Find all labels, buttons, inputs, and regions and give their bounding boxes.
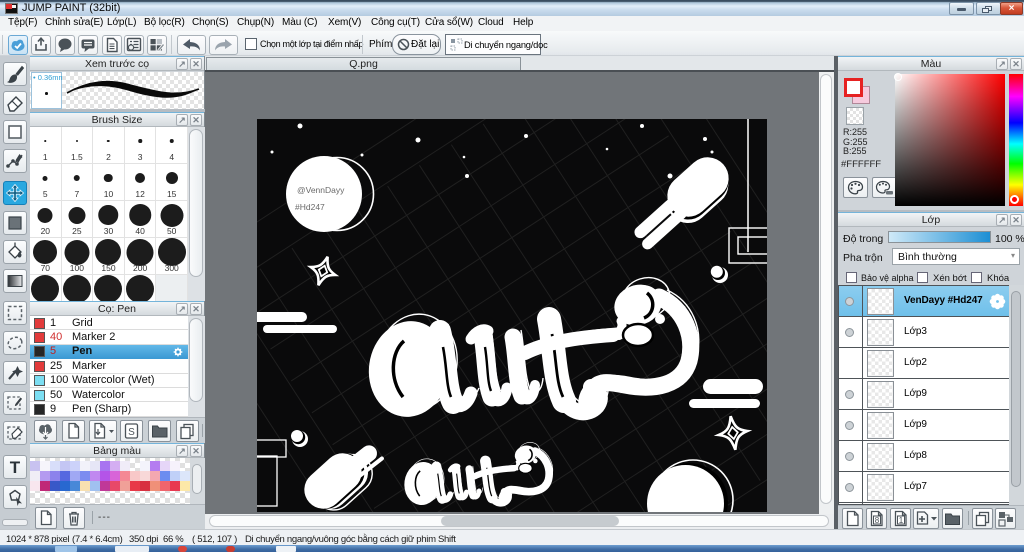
svg-text:#Hd247: #Hd247 (295, 202, 325, 212)
svg-text:T: T (10, 458, 21, 477)
svg-text:@VennDayy: @VennDayy (297, 185, 345, 195)
svg-text:8: 8 (875, 516, 880, 525)
svg-text:1: 1 (899, 516, 904, 525)
svg-text:S: S (128, 427, 135, 438)
